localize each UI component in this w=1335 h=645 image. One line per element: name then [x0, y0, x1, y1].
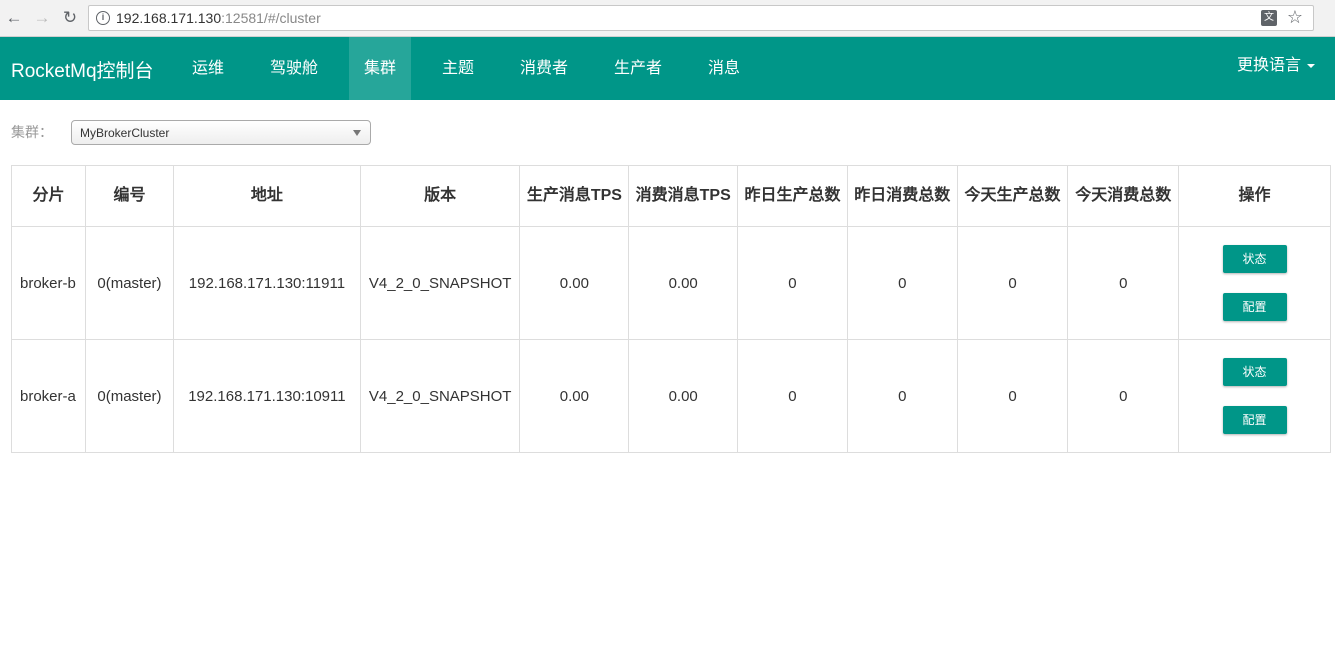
cell-id: 0(master) — [84, 339, 174, 453]
header-id: 编号 — [84, 165, 174, 227]
cell-shard: broker-b — [11, 226, 86, 340]
cell-today-consume: 0 — [1067, 226, 1180, 340]
language-label: 更换语言 — [1236, 57, 1301, 74]
bookmark-star-icon[interactable]: ☆ — [1287, 7, 1303, 28]
header-shard: 分片 — [11, 165, 86, 227]
cell-version: V4_2_0_SNAPSHOT — [359, 226, 521, 340]
cell-consume-tps: 0.00 — [628, 226, 739, 340]
nav-item-dashboard[interactable]: 驾驶舱 — [256, 37, 332, 100]
cell-yesterday-consume: 0 — [846, 226, 958, 340]
url-host: 192.168.171.130 — [116, 10, 222, 26]
cell-yesterday-consume: 0 — [846, 339, 958, 453]
cell-version: V4_2_0_SNAPSHOT — [359, 339, 521, 453]
url-path: :12581/#/cluster — [221, 10, 321, 26]
header-version: 版本 — [359, 165, 521, 227]
header-yesterday-produce: 昨日生产总数 — [737, 165, 848, 227]
nav-item-ops[interactable]: 运维 — [178, 37, 238, 100]
cell-today-produce: 0 — [956, 226, 1069, 340]
nav-item-message[interactable]: 消息 — [694, 37, 754, 100]
cell-produce-tps: 0.00 — [519, 339, 630, 453]
cell-today-consume: 0 — [1067, 339, 1180, 453]
table-row: broker-a 0(master) 192.168.171.130:10911… — [11, 339, 1331, 453]
header-today-produce: 今天生产总数 — [956, 165, 1069, 227]
status-button[interactable]: 状态 — [1222, 245, 1287, 273]
forward-arrow-icon[interactable]: → — [32, 8, 52, 28]
header-actions: 操作 — [1178, 165, 1331, 227]
header-produce-tps: 生产消息TPS — [519, 165, 630, 227]
language-dropdown[interactable]: 更换语言 — [1237, 37, 1315, 95]
cell-yesterday-produce: 0 — [737, 226, 848, 340]
nav-item-topic[interactable]: 主题 — [428, 37, 488, 100]
cell-today-produce: 0 — [956, 339, 1069, 453]
cell-address: 192.168.171.130:11911 — [172, 226, 361, 340]
reload-icon[interactable]: ↻ — [60, 8, 80, 28]
nav-item-consumer[interactable]: 消费者 — [506, 37, 582, 100]
nav-item-producer[interactable]: 生产者 — [600, 37, 676, 100]
info-icon[interactable]: i — [96, 11, 110, 25]
broker-table: 分片 编号 地址 版本 生产消息TPS 消费消息TPS 昨日生产总数 昨日消费总… — [11, 165, 1331, 453]
cluster-select-value: MyBrokerCluster — [80, 126, 170, 140]
top-navbar: RocketMq控制台 运维 驾驶舱 集群 主题 消费者 生产者 消息 更换语言 — [0, 37, 1335, 100]
back-arrow-icon[interactable]: ← — [4, 8, 24, 28]
table-row: broker-b 0(master) 192.168.171.130:11911… — [11, 226, 1331, 340]
nav-item-cluster[interactable]: 集群 — [349, 37, 411, 100]
config-button[interactable]: 配置 — [1222, 406, 1287, 434]
config-button[interactable]: 配置 — [1222, 293, 1287, 321]
cell-actions: 状态 配置 — [1178, 226, 1331, 340]
address-bar[interactable]: i 192.168.171.130:12581/#/cluster 文 ☆ — [88, 5, 1314, 31]
header-today-consume: 今天消费总数 — [1067, 165, 1180, 227]
cell-yesterday-produce: 0 — [737, 339, 848, 453]
table-header-row: 分片 编号 地址 版本 生产消息TPS 消费消息TPS 昨日生产总数 昨日消费总… — [11, 165, 1331, 227]
header-address: 地址 — [172, 165, 361, 227]
brand-title[interactable]: RocketMq控制台 — [11, 56, 154, 83]
cluster-select[interactable]: MyBrokerCluster — [71, 120, 371, 145]
cell-produce-tps: 0.00 — [519, 226, 630, 340]
status-button[interactable]: 状态 — [1222, 358, 1287, 386]
cell-actions: 状态 配置 — [1178, 339, 1331, 453]
cluster-label: 集群： — [11, 124, 53, 140]
browser-toolbar: ← → ↻ i 192.168.171.130:12581/#/cluster … — [0, 0, 1335, 37]
translate-icon[interactable]: 文 — [1261, 10, 1277, 26]
dropdown-arrow-icon — [353, 130, 361, 136]
url-text[interactable]: 192.168.171.130:12581/#/cluster — [116, 10, 321, 26]
cell-address: 192.168.171.130:10911 — [172, 339, 361, 453]
cell-shard: broker-a — [11, 339, 86, 453]
caret-down-icon — [1307, 63, 1315, 68]
cell-consume-tps: 0.00 — [628, 339, 739, 453]
cell-id: 0(master) — [84, 226, 174, 340]
header-yesterday-consume: 昨日消费总数 — [846, 165, 958, 227]
header-consume-tps: 消费消息TPS — [628, 165, 739, 227]
